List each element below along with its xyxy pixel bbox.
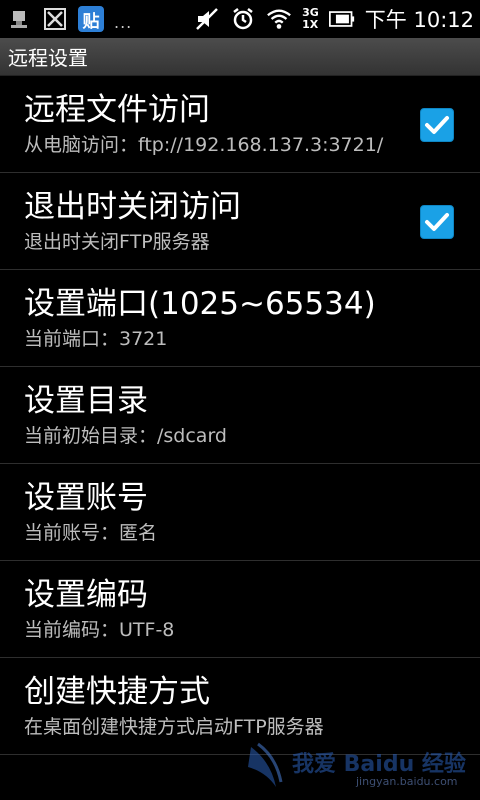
setting-subtitle: 当前编码：UTF-8 — [24, 619, 175, 641]
setting-subtitle: 当前初始目录：/sdcard — [24, 425, 227, 447]
status-bar: 贴 ... 3G 1X 下午 10:12 — [0, 0, 480, 38]
watermark-text: 我爱 Baidu 经验 — [292, 752, 466, 777]
watermark-url: jingyan.baidu.com — [356, 775, 458, 788]
setting-subtitle: 退出时关闭FTP服务器 — [24, 231, 210, 253]
setting-port[interactable]: 设置端口(1025~65534) 当前端口：3721 — [0, 270, 480, 367]
page-title: 远程设置 — [8, 46, 88, 70]
setting-title: 创建快捷方式 — [24, 674, 210, 710]
usb-debug-icon — [6, 6, 32, 32]
setting-subtitle: 当前端口：3721 — [24, 328, 168, 350]
x-icon — [42, 6, 68, 32]
network-1x-label: 1X — [302, 18, 319, 31]
checkmark-icon — [425, 116, 449, 134]
setting-title: 设置编码 — [24, 577, 148, 613]
setting-title: 退出时关闭访问 — [24, 189, 241, 225]
setting-directory[interactable]: 设置目录 当前初始目录：/sdcard — [0, 367, 480, 464]
baidu-watermark: 我爱 Baidu 经验 jingyan.baidu.com — [246, 742, 466, 792]
setting-shortcut[interactable]: 创建快捷方式 在桌面创建快捷方式启动FTP服务器 — [0, 658, 480, 755]
setting-title: 设置端口(1025~65534) — [24, 286, 376, 322]
more-notifications-icon: ... — [114, 12, 133, 32]
setting-title: 设置账号 — [24, 480, 148, 516]
setting-close-on-exit[interactable]: 退出时关闭访问 退出时关闭FTP服务器 — [0, 173, 480, 270]
settings-list: 远程文件访问 从电脑访问：ftp://192.168.137.3:3721/ 退… — [0, 76, 480, 755]
setting-subtitle: 从电脑访问：ftp://192.168.137.3:3721/ — [24, 134, 384, 156]
checkmark-icon — [425, 213, 449, 231]
setting-subtitle: 在桌面创建快捷方式启动FTP服务器 — [24, 716, 324, 738]
setting-account[interactable]: 设置账号 当前账号：匿名 — [0, 464, 480, 561]
setting-subtitle: 当前账号：匿名 — [24, 522, 158, 544]
title-bar: 远程设置 — [0, 38, 480, 76]
clock: 下午 10:12 — [364, 8, 474, 32]
wifi-icon — [266, 6, 292, 32]
mute-icon — [194, 6, 220, 32]
alarm-icon — [230, 6, 256, 32]
close-on-exit-checkbox[interactable] — [420, 205, 454, 239]
network-indicator: 3G 1X — [302, 7, 319, 31]
tieba-icon: 贴 — [78, 6, 104, 32]
setting-encoding[interactable]: 设置编码 当前编码：UTF-8 — [0, 561, 480, 658]
setting-remote-file-access[interactable]: 远程文件访问 从电脑访问：ftp://192.168.137.3:3721/ — [0, 76, 480, 173]
remote-access-checkbox[interactable] — [420, 108, 454, 142]
battery-icon — [328, 6, 355, 32]
setting-title: 设置目录 — [24, 383, 148, 419]
setting-title: 远程文件访问 — [24, 92, 210, 128]
